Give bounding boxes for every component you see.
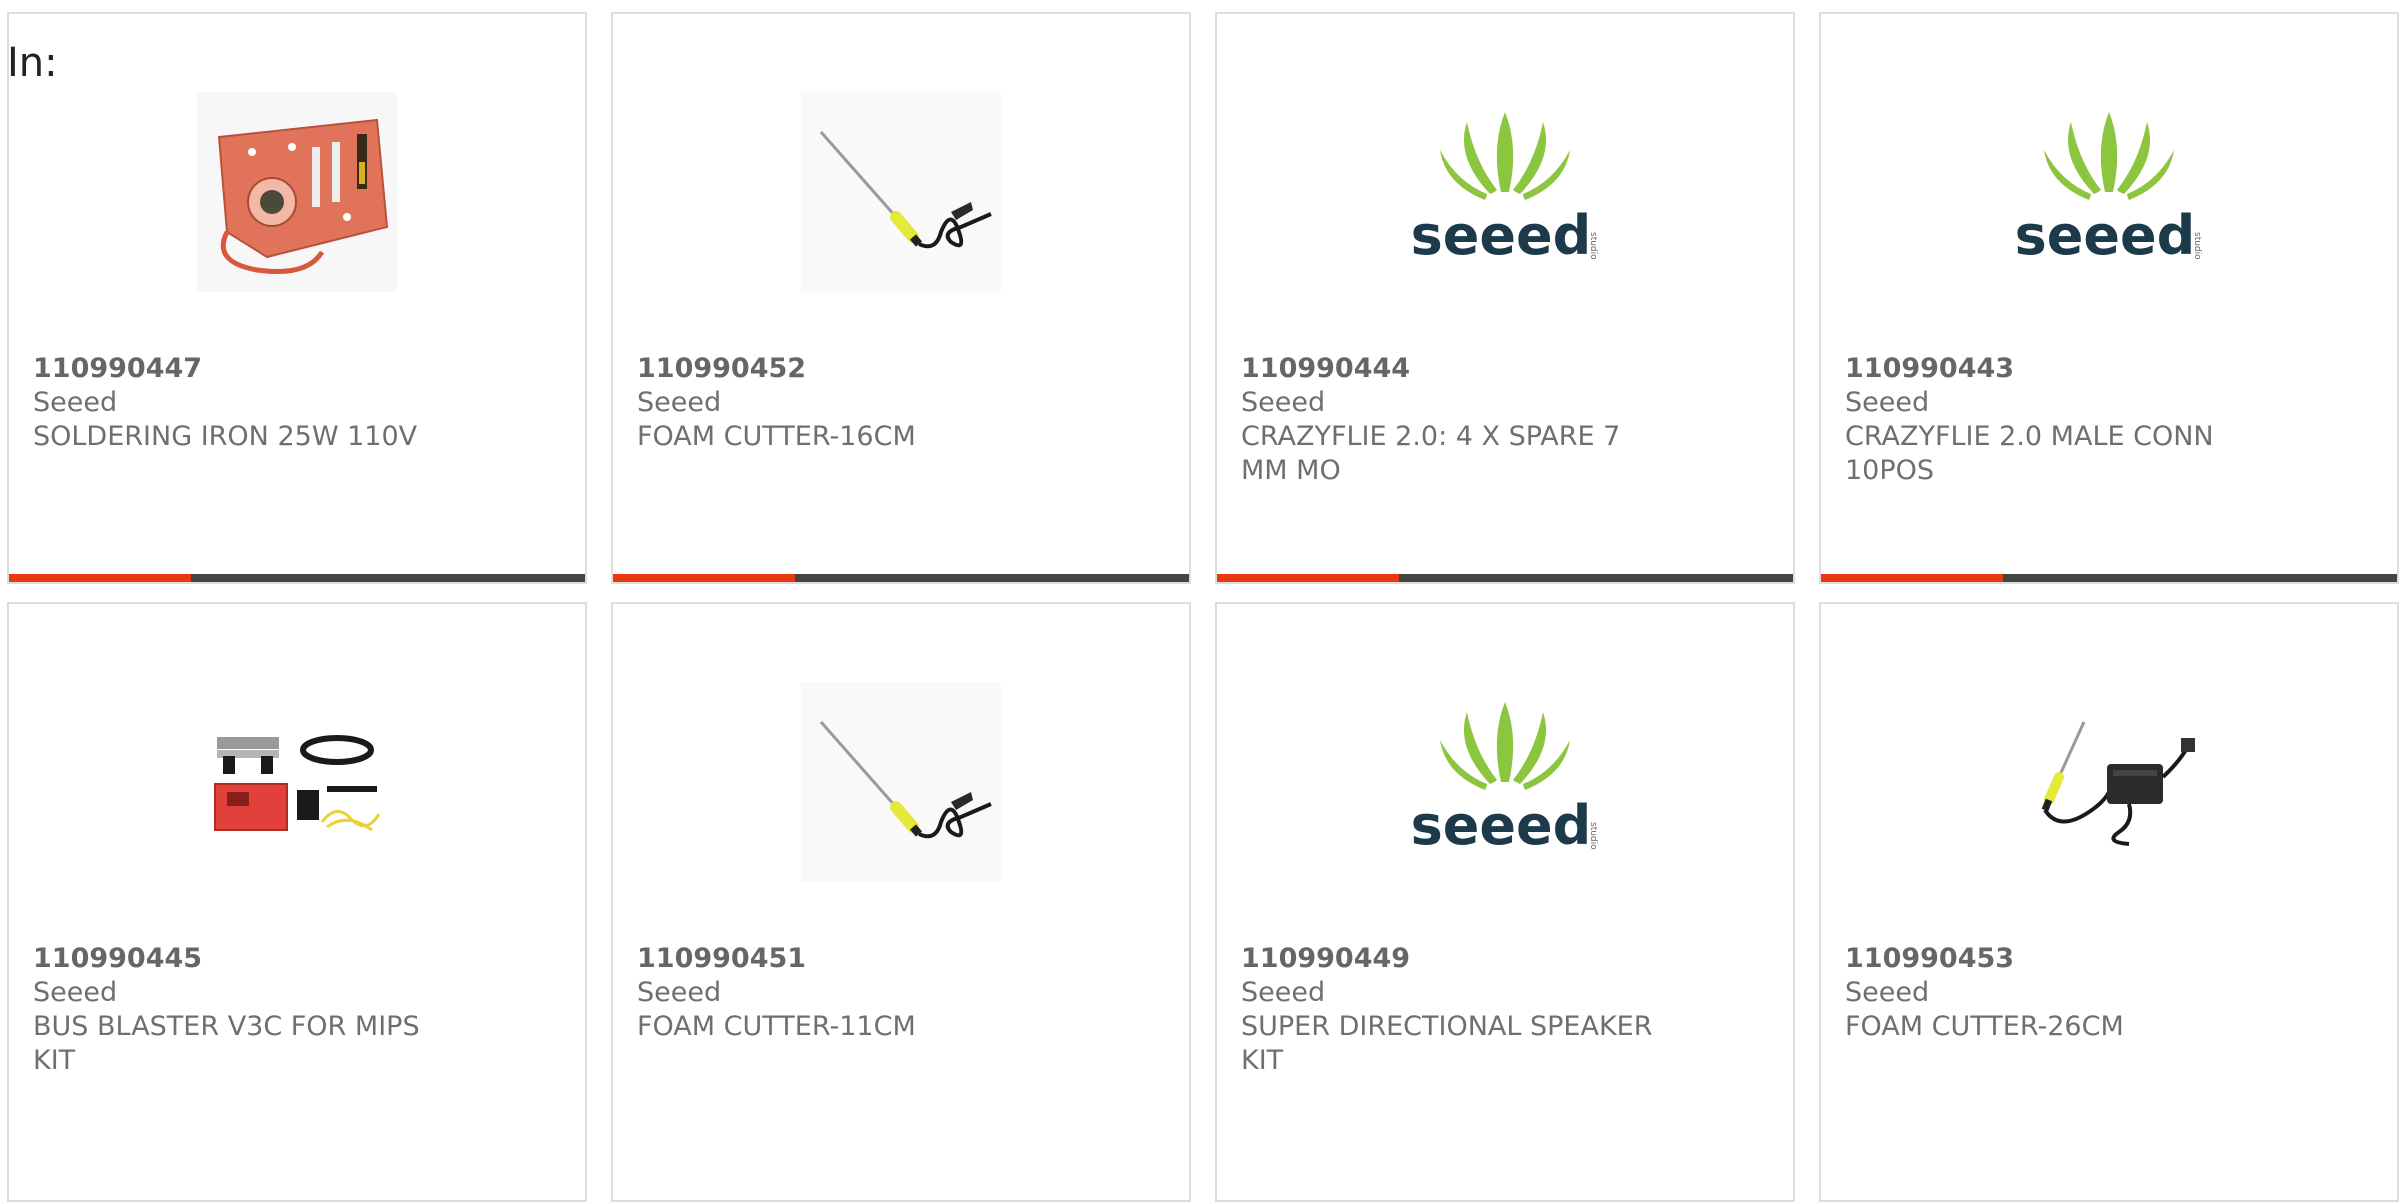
soldering-iron-kit-image — [197, 91, 397, 292]
part-number[interactable]: 110990445 — [33, 942, 445, 976]
product-card[interactable]: 110990452 Seeed FOAM CUTTER-16CM — [611, 12, 1191, 584]
product-card[interactable]: 110990451 Seeed FOAM CUTTER-11CM — [611, 602, 1191, 1202]
brand-name: Seeed — [1241, 387, 1326, 418]
product-info: 110990452 Seeed FOAM CUTTER-16CM — [637, 352, 1049, 454]
part-number[interactable]: 110990449 — [1241, 942, 1653, 976]
product-info: 110990445 Seeed BUS BLASTER V3C FOR MIPS… — [33, 942, 445, 1078]
product-card[interactable]: seeed studio 110990449 Seeed SUPER DIREC… — [1215, 602, 1795, 1202]
product-image[interactable] — [613, 674, 1189, 889]
foam-cutter-image — [801, 91, 1001, 292]
product-image[interactable]: seeed studio — [1217, 674, 1793, 889]
brand-name: Seeed — [1845, 387, 1930, 418]
brand-name: Seeed — [1241, 977, 1326, 1008]
card-progress-fill — [9, 574, 191, 582]
product-description: BUS BLASTER V3C FOR MIPS KIT — [33, 1011, 420, 1076]
part-number[interactable]: 110990444 — [1241, 352, 1653, 386]
product-card[interactable]: seeed studio 110990443 Seeed CRAZYFLIE 2… — [1819, 12, 2399, 584]
product-info: 110990449 Seeed SUPER DIRECTIONAL SPEAKE… — [1241, 942, 1653, 1078]
card-progress-bar — [1821, 574, 2397, 582]
svg-text:studio: studio — [1588, 822, 1598, 850]
product-grid: 110990447 Seeed SOLDERING IRON 25W 110V … — [7, 12, 2399, 1202]
seeed-logo: seeed studio — [2009, 91, 2209, 292]
bus-blaster-kit-image — [197, 681, 397, 882]
product-info: 110990444 Seeed CRAZYFLIE 2.0: 4 X SPARE… — [1241, 352, 1653, 488]
brand-name: Seeed — [33, 977, 118, 1008]
brand-name: Seeed — [33, 387, 118, 418]
product-image[interactable] — [9, 674, 585, 889]
card-progress-fill — [613, 574, 795, 582]
product-image[interactable]: seeed studio — [1821, 84, 2397, 299]
product-image[interactable]: seeed studio — [1217, 84, 1793, 299]
product-description: SUPER DIRECTIONAL SPEAKER KIT — [1241, 1011, 1653, 1076]
card-progress-bar — [1217, 574, 1793, 582]
product-info: 110990453 Seeed FOAM CUTTER-26CM — [1845, 942, 2257, 1044]
card-progress-fill — [1217, 574, 1399, 582]
svg-text:seeed: seeed — [1411, 794, 1592, 857]
product-description: CRAZYFLIE 2.0: 4 X SPARE 7 MM MO — [1241, 421, 1621, 486]
product-info: 110990447 Seeed SOLDERING IRON 25W 110V — [33, 352, 445, 454]
product-image[interactable] — [9, 84, 585, 299]
part-number[interactable]: 110990452 — [637, 352, 1049, 386]
product-description: CRAZYFLIE 2.0 MALE CONN 10POS — [1845, 421, 2214, 486]
card-progress-bar — [613, 574, 1189, 582]
product-info: 110990451 Seeed FOAM CUTTER-11CM — [637, 942, 1049, 1044]
card-progress-fill — [1821, 574, 2003, 582]
brand-name: Seeed — [637, 387, 722, 418]
product-card[interactable]: 110990445 Seeed BUS BLASTER V3C FOR MIPS… — [7, 602, 587, 1202]
product-info: 110990443 Seeed CRAZYFLIE 2.0 MALE CONN … — [1845, 352, 2257, 488]
part-number[interactable]: 110990447 — [33, 352, 445, 386]
product-card[interactable]: 110990447 Seeed SOLDERING IRON 25W 110V — [7, 12, 587, 584]
product-image[interactable] — [613, 84, 1189, 299]
svg-text:seeed: seeed — [1411, 204, 1592, 267]
foam-cutter-adapter-image — [2009, 681, 2209, 882]
product-description: FOAM CUTTER-16CM — [637, 421, 916, 452]
svg-text:studio: studio — [2192, 232, 2202, 260]
product-description: SOLDERING IRON 25W 110V — [33, 421, 418, 452]
product-card[interactable]: seeed studio 110990444 Seeed CRAZYFLIE 2… — [1215, 12, 1795, 584]
filter-label: In: — [7, 40, 58, 86]
part-number[interactable]: 110990451 — [637, 942, 1049, 976]
part-number[interactable]: 110990453 — [1845, 942, 2257, 976]
svg-text:seeed: seeed — [2015, 204, 2196, 267]
card-progress-bar — [9, 574, 585, 582]
foam-cutter-image — [801, 681, 1001, 882]
brand-name: Seeed — [637, 977, 722, 1008]
product-description: FOAM CUTTER-11CM — [637, 1011, 916, 1042]
product-image[interactable] — [1821, 674, 2397, 889]
seeed-logo: seeed studio — [1405, 91, 1605, 292]
brand-name: Seeed — [1845, 977, 1930, 1008]
part-number[interactable]: 110990443 — [1845, 352, 2257, 386]
seeed-logo: seeed studio — [1405, 681, 1605, 882]
product-card[interactable]: 110990453 Seeed FOAM CUTTER-26CM — [1819, 602, 2399, 1202]
product-description: FOAM CUTTER-26CM — [1845, 1011, 2124, 1042]
svg-text:studio: studio — [1588, 232, 1598, 260]
